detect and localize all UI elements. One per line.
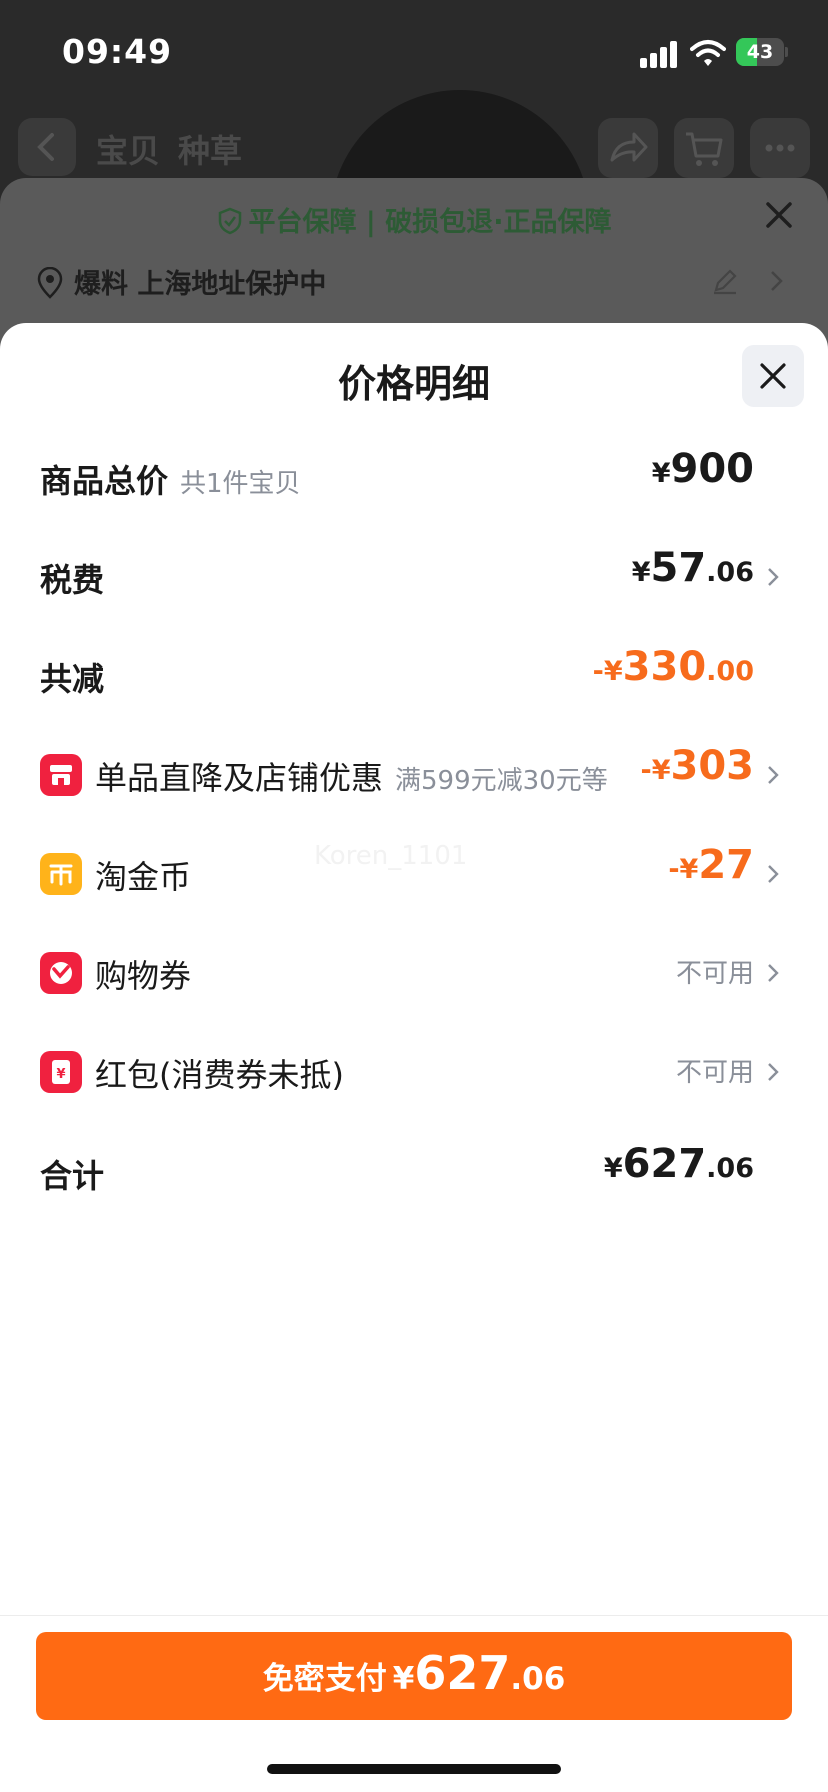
tab-baobei: 宝贝: [96, 132, 161, 170]
cart-button: [674, 118, 734, 178]
guarantee-text: 平台保障 | 破损包退·正品保障: [248, 207, 612, 238]
row-item-total: 商品总价 共1件宝贝 ¥900: [0, 438, 828, 518]
store-discount-amount: -¥303: [640, 743, 755, 789]
pay-amount: 627: [414, 1646, 511, 1700]
chevron-right-icon: [768, 766, 779, 784]
location-pin-icon: [37, 267, 63, 299]
address-text: 爆料 上海地址保护中: [74, 269, 327, 300]
row-red-packet[interactable]: ¥ 红包(消费券未抵) 不可用: [0, 1032, 828, 1112]
share-icon: [610, 132, 648, 162]
status-time: 09:49: [62, 32, 173, 71]
grand-total-label: 合计: [40, 1157, 105, 1195]
item-count: 共1件宝贝: [180, 469, 301, 499]
bottom-pay-bar: 免密支付 ¥627.06: [0, 1615, 828, 1792]
cellular-signal-icon: [640, 41, 677, 68]
item-total-label: 商品总价: [40, 462, 169, 500]
store-discount-label: 单品直降及店铺优惠: [95, 759, 384, 797]
battery-icon: 43: [736, 38, 788, 66]
edit-icon: [714, 269, 737, 295]
red-packet-label: 红包(消费券未抵): [95, 1056, 344, 1094]
tab-zhongcao: 种草: [178, 132, 243, 170]
taojinbi-amount: -¥27: [668, 842, 754, 888]
wifi-icon: [690, 40, 726, 66]
shield-icon: [218, 207, 241, 235]
more-icon: [765, 144, 795, 152]
chevron-right-icon: [768, 568, 779, 586]
status-bar: 09:49 43: [0, 0, 828, 104]
tax-label: 税费: [40, 561, 105, 599]
item-total-amount: ¥900: [651, 446, 754, 492]
coupon-icon: [40, 952, 82, 994]
cart-icon: [686, 132, 723, 166]
chevron-right-icon: [768, 865, 779, 883]
red-packet-icon: ¥: [40, 1051, 82, 1093]
row-store-discount[interactable]: 单品直降及店铺优惠 满599元减30元等 -¥303: [0, 735, 828, 815]
battery-level: 43: [746, 41, 774, 63]
chevron-right-icon: [768, 1063, 779, 1081]
home-indicator[interactable]: [267, 1764, 561, 1774]
row-shopping-coupon[interactable]: 购物券 不可用: [0, 933, 828, 1013]
shopping-coupon-label: 购物券: [95, 957, 192, 995]
coin-icon: [40, 853, 82, 895]
close-icon: [760, 363, 786, 389]
address-row: 爆料 上海地址保护中: [36, 262, 326, 301]
chevron-right-icon: [768, 964, 779, 982]
taojinbi-label: 淘金币: [95, 858, 192, 896]
shopping-coupon-status: 不可用: [675, 959, 754, 989]
red-packet-status: 不可用: [675, 1058, 754, 1088]
store-discount-desc: 满599元减30元等: [395, 766, 608, 796]
share-button: [598, 118, 658, 178]
chevron-right-icon: [771, 271, 783, 291]
back-button: [18, 118, 76, 176]
row-tax[interactable]: 税费 ¥57.06: [0, 537, 828, 617]
svg-text:¥: ¥: [56, 1067, 65, 1082]
pay-button-label: 免密支付: [262, 1661, 387, 1697]
row-grand-total: 合计 ¥627.06: [0, 1133, 828, 1213]
shop-icon: [40, 754, 82, 796]
close-icon: [766, 202, 792, 228]
pay-button[interactable]: 免密支付 ¥627.06: [36, 1632, 792, 1720]
price-detail-sheet: 价格明细 Koren_1101 商品总价 共1件宝贝 ¥900 税费 ¥57.06…: [0, 323, 828, 1792]
grand-total-amount: ¥627.06: [603, 1141, 754, 1187]
close-button[interactable]: [742, 345, 804, 407]
platform-guarantee: 平台保障 | 破损包退·正品保障: [0, 200, 828, 239]
sheet-title: 价格明细: [337, 362, 490, 406]
chevron-left-icon: [37, 133, 54, 161]
total-discount-label: 共减: [40, 660, 105, 698]
more-button: [750, 118, 810, 178]
row-taojinbi[interactable]: 淘金币 -¥27: [0, 834, 828, 914]
total-discount-amount: -¥330.00: [592, 644, 754, 690]
row-total-discount: 共减 -¥330.00: [0, 636, 828, 716]
tax-amount: ¥57.06: [631, 545, 754, 591]
